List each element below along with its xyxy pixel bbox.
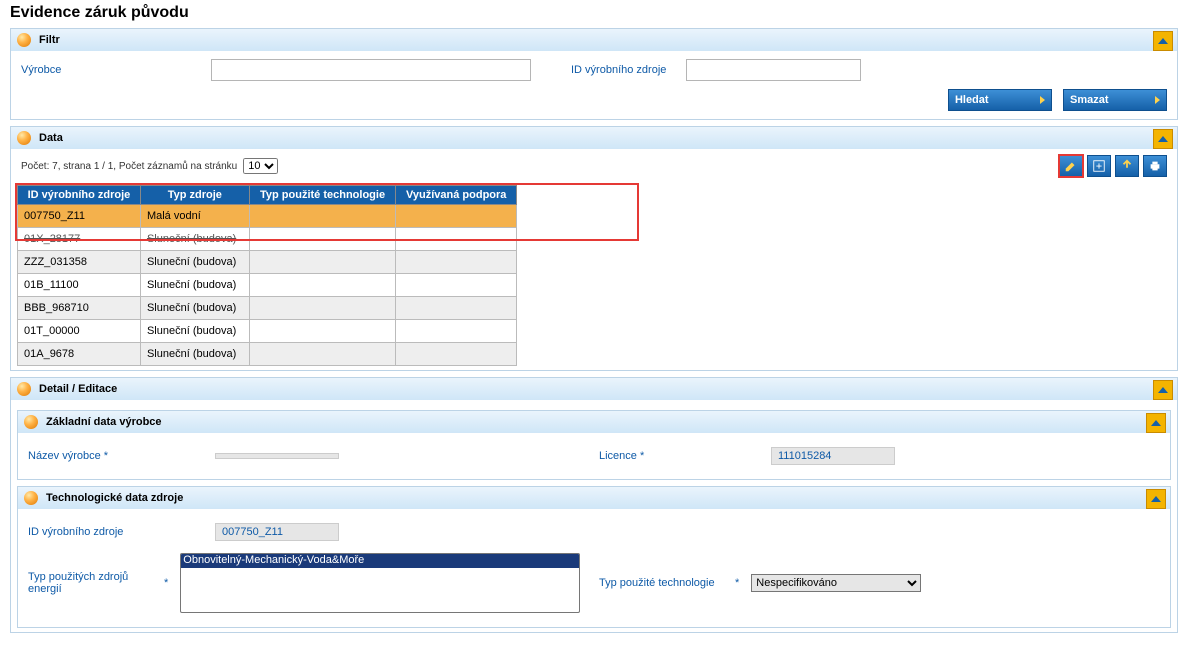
detail-panel: Detail / Editace Základní data výrobce N… [10, 377, 1178, 633]
cell: Sluneční (budova) [140, 343, 249, 366]
zakladni-title: Základní data výrobce [46, 416, 162, 428]
cell: 01X_28177 [18, 228, 141, 251]
table-row[interactable]: 01A_9678Sluneční (budova) [18, 343, 517, 366]
id-zdroje-input[interactable] [686, 59, 861, 81]
filter-header: Filtr [11, 29, 1177, 51]
play-icon [1040, 96, 1045, 104]
smazat-label: Smazat [1070, 94, 1109, 106]
cell [249, 228, 396, 251]
typ-tech-label: Typ použité technologie [599, 577, 719, 589]
licence-value: 111015284 [771, 447, 895, 465]
cell [396, 320, 517, 343]
vyrobce-input[interactable] [211, 59, 531, 81]
detail-header: Detail / Editace [11, 378, 1177, 400]
data-table: ID výrobního zdrojeTyp zdrojeTyp použité… [17, 185, 517, 366]
collapse-button[interactable] [1146, 413, 1166, 433]
bullet-icon [24, 415, 38, 429]
column-header[interactable]: Využívaná podpora [396, 186, 517, 205]
cell [249, 274, 396, 297]
column-header[interactable]: Typ použité technologie [249, 186, 396, 205]
cell [249, 251, 396, 274]
id-zdroje-value: 007750_Z11 [215, 523, 339, 541]
id-zdroje-label2: ID výrobního zdroje [28, 526, 203, 538]
zakladni-panel: Základní data výrobce Název výrobce * Li… [17, 410, 1171, 480]
cell [249, 343, 396, 366]
cell [249, 320, 396, 343]
export-button[interactable] [1087, 155, 1111, 177]
table-row[interactable]: ZZZ_031358Sluneční (budova) [18, 251, 517, 274]
table-row[interactable]: 01X_28177Sluneční (budova) [18, 228, 517, 251]
cell: 01T_00000 [18, 320, 141, 343]
tech-panel: Technologické data zdroje ID výrobního z… [17, 486, 1171, 628]
cell [396, 297, 517, 320]
id-zdroje-label: ID výrobního zdroje [571, 64, 666, 76]
required-mark: * [164, 577, 168, 589]
typ-energii-select[interactable]: Obnovitelný-Mechanický-Voda&Moře [180, 553, 580, 613]
bullet-icon [24, 491, 38, 505]
cell [249, 297, 396, 320]
page-title: Evidence záruk původu [10, 4, 1178, 22]
table-row[interactable]: 007750_Z11Malá vodní [18, 205, 517, 228]
licence-label: Licence * [599, 450, 759, 462]
zakladni-header: Základní data výrobce [18, 411, 1170, 433]
cell [396, 343, 517, 366]
detail-title: Detail / Editace [39, 383, 117, 395]
filter-title: Filtr [39, 34, 60, 46]
nazev-vyrobce-label: Název výrobce * [28, 450, 203, 462]
pager-text: Počet: 7, strana 1 / 1, Počet záznamů na… [21, 161, 237, 172]
nazev-vyrobce-value [215, 453, 339, 459]
data-header: Data [11, 127, 1177, 149]
typ-energii-label: Typ použitých zdrojů energií [28, 571, 148, 595]
edit-button[interactable] [1059, 155, 1083, 177]
cell: Malá vodní [140, 205, 249, 228]
table-row[interactable]: BBB_968710Sluneční (budova) [18, 297, 517, 320]
table-row[interactable]: 01T_00000Sluneční (budova) [18, 320, 517, 343]
hledat-label: Hledat [955, 94, 989, 106]
filter-panel: Filtr Výrobce ID výrobního zdroje Hledat… [10, 28, 1178, 120]
print-button[interactable] [1143, 155, 1167, 177]
data-title: Data [39, 132, 63, 144]
play-icon [1155, 96, 1160, 104]
bullet-icon [17, 382, 31, 396]
bullet-icon [17, 33, 31, 47]
cell: Sluneční (budova) [140, 274, 249, 297]
cell: Sluneční (budova) [140, 297, 249, 320]
cell: 007750_Z11 [18, 205, 141, 228]
cell [396, 274, 517, 297]
cell: Sluneční (budova) [140, 251, 249, 274]
tech-title: Technologické data zdroje [46, 492, 183, 504]
vyrobce-label: Výrobce [21, 64, 191, 76]
data-panel: Data Počet: 7, strana 1 / 1, Počet zázna… [10, 126, 1178, 371]
column-header[interactable]: Typ zdroje [140, 186, 249, 205]
collapse-button[interactable] [1146, 489, 1166, 509]
collapse-button[interactable] [1153, 31, 1173, 51]
cell [249, 205, 396, 228]
smazat-button[interactable]: Smazat [1063, 89, 1167, 111]
column-header[interactable]: ID výrobního zdroje [18, 186, 141, 205]
tech-header: Technologické data zdroje [18, 487, 1170, 509]
bullet-icon [17, 131, 31, 145]
cell [396, 228, 517, 251]
page-size-select[interactable]: 10 [243, 158, 278, 174]
required-mark: * [735, 577, 739, 589]
collapse-button[interactable] [1153, 380, 1173, 400]
typ-tech-select[interactable]: Nespecifikováno [751, 574, 921, 592]
cell: 01B_11100 [18, 274, 141, 297]
hledat-button[interactable]: Hledat [948, 89, 1052, 111]
import-button[interactable] [1115, 155, 1139, 177]
cell: ZZZ_031358 [18, 251, 141, 274]
cell: Sluneční (budova) [140, 320, 249, 343]
cell [396, 205, 517, 228]
cell: Sluneční (budova) [140, 228, 249, 251]
cell: 01A_9678 [18, 343, 141, 366]
collapse-button[interactable] [1153, 129, 1173, 149]
cell [396, 251, 517, 274]
cell: BBB_968710 [18, 297, 141, 320]
table-row[interactable]: 01B_11100Sluneční (budova) [18, 274, 517, 297]
